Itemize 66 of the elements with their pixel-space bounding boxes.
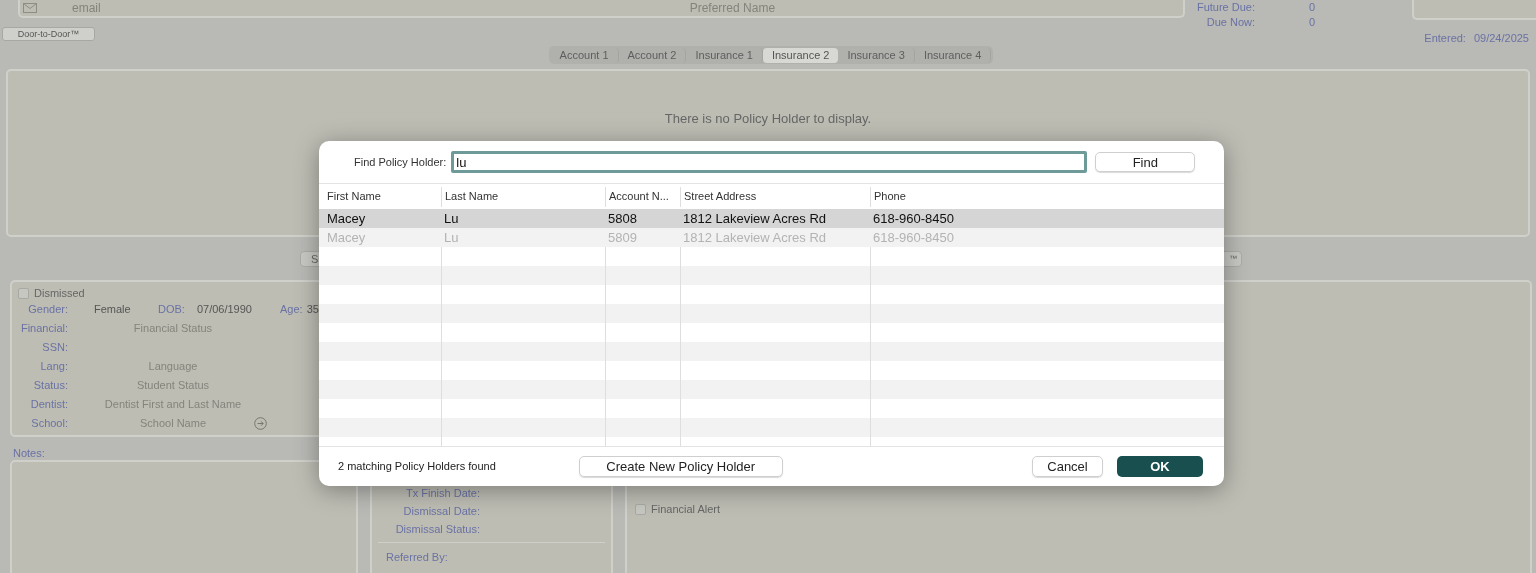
field-label: Status: [32, 378, 68, 394]
entered-label: Entered: [1424, 30, 1466, 46]
door-to-door-button[interactable]: Door-to-Door™ [2, 27, 95, 41]
table-cell: 5809 [608, 229, 637, 245]
notes-label: Notes: [13, 446, 46, 459]
balance-label: Due Now: [1205, 15, 1255, 30]
table-cell: Lu [444, 210, 459, 226]
field-value: 07/06/1990 [196, 302, 252, 318]
empty-message: There is no Policy Holder to display. [664, 110, 872, 125]
column-header[interactable]: Last Name [445, 188, 499, 205]
search-field[interactable]: lu [451, 151, 1088, 173]
field-label: Dentist: [29, 397, 68, 413]
table-cell: 5808 [608, 210, 637, 226]
balance-label: Future Due: [1195, 0, 1255, 15]
tab[interactable]: Insurance 3 [838, 47, 915, 63]
field-label: DOB: [158, 302, 185, 318]
tab[interactable]: Insurance 1 [686, 47, 763, 63]
dismissed-checkbox[interactable] [18, 287, 29, 299]
field-input[interactable]: Financial Status [78, 320, 268, 337]
table-cell: 618-960-8450 [873, 210, 954, 226]
referred-by-label: Referred By: [386, 550, 449, 565]
financial-alert-checkbox[interactable] [635, 503, 646, 515]
balance-value: 0 [1309, 0, 1316, 15]
date-label: Dismissal Date: [402, 503, 480, 519]
envelope-icon [23, 3, 37, 13]
dismissed-label: Dismissed [34, 285, 85, 301]
tab[interactable]: Account 2 [618, 47, 687, 63]
table-row[interactable]: Macey Lu 5808 1812 Lakeview Acres Rd 618-960-8450 [319, 209, 1224, 228]
field-label: Financial: [19, 321, 68, 337]
table-cell: Macey [327, 229, 366, 245]
cancel-button[interactable]: Cancel [1032, 456, 1103, 477]
field-value: Female [94, 302, 131, 318]
column-header[interactable]: Street Address [684, 188, 757, 205]
field-value: 35 [306, 302, 319, 318]
date-label: Tx Finish Date: [405, 485, 480, 501]
entered-date: 09/24/2025 [1473, 30, 1529, 46]
field-label: School: [30, 416, 68, 432]
match-count: 2 matching Policy Holders found [338, 459, 496, 475]
field-label: Age: [280, 302, 303, 318]
column-header[interactable]: Phone [874, 188, 906, 205]
tab[interactable]: Account 1 [550, 47, 619, 63]
column-header[interactable]: Account N... [609, 188, 669, 205]
table-cell: Macey [327, 210, 366, 226]
find-label: Find Policy Holder: [354, 154, 447, 170]
field-label: Gender: [27, 302, 68, 318]
balance-value: 0 [1309, 15, 1316, 30]
find-button[interactable]: Find [1095, 152, 1196, 172]
tab[interactable]: Insurance 2 [762, 47, 839, 63]
ok-button[interactable]: OK [1117, 456, 1203, 477]
table-cell: 1812 Lakeview Acres Rd [683, 229, 827, 245]
table-row[interactable]: Macey Lu 5809 1812 Lakeview Acres Rd 618-960-8450 [319, 228, 1224, 247]
table-cell: 1812 Lakeview Acres Rd [683, 210, 827, 226]
field-label: Lang: [39, 359, 68, 375]
create-button[interactable]: Create New Policy Holder [578, 456, 783, 477]
date-label: Dismissal Status: [394, 521, 480, 537]
field-input[interactable]: Student Status [78, 377, 268, 394]
email-field[interactable]: email [72, 0, 101, 17]
table-cell: Lu [444, 229, 459, 245]
preferred-name-field[interactable]: Preferred Name [689, 0, 776, 17]
field-label: SSN: [41, 340, 68, 356]
table-cell: 618-960-8450 [873, 229, 954, 245]
arrow-circle-icon[interactable] [254, 417, 267, 430]
field-input[interactable]: Language [78, 358, 268, 375]
financial-alert-label: Financial Alert [651, 502, 721, 517]
column-header[interactable]: First Name [327, 188, 381, 205]
tab[interactable]: Insurance 4 [914, 47, 992, 63]
